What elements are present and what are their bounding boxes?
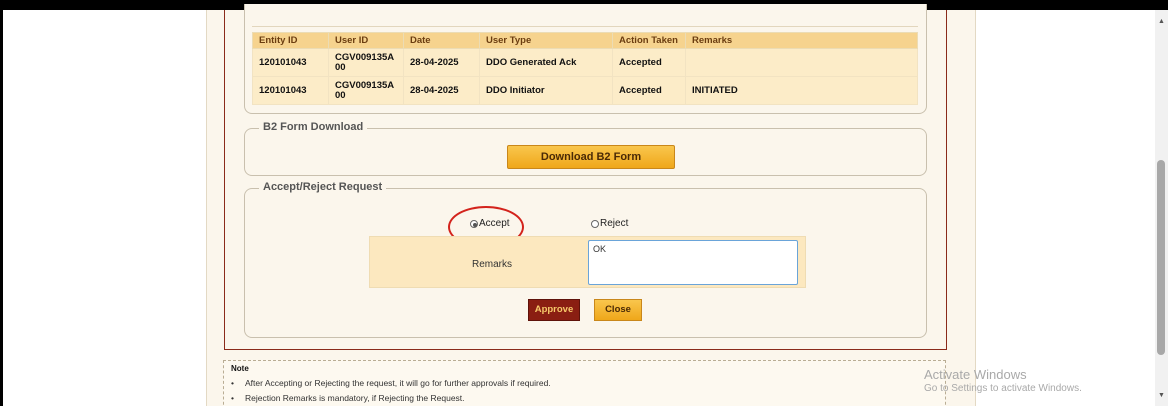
col-entity-id: Entity ID	[252, 32, 329, 49]
note-item: • After Accepting or Rejecting the reques…	[231, 378, 551, 388]
history-divider	[252, 26, 918, 27]
col-action-taken: Action Taken	[612, 32, 686, 49]
cell-date: 28-04-2025	[403, 76, 480, 105]
bullet-icon: •	[231, 378, 234, 388]
remarks-textarea[interactable]: OK	[588, 240, 798, 285]
bullet-icon: •	[231, 393, 234, 403]
cell-user-id: CGV009135A 00	[328, 76, 404, 105]
download-b2-form-button[interactable]: Download B2 Form	[507, 145, 675, 169]
cell-remarks: INITIATED	[685, 76, 918, 105]
note-item-text: After Accepting or Rejecting the request…	[245, 378, 551, 388]
scrollbar-thumb[interactable]	[1157, 160, 1165, 355]
reject-radio-option[interactable]: Reject	[591, 218, 628, 229]
col-date: Date	[403, 32, 480, 49]
accept-reject-legend: Accept/Reject Request	[259, 181, 387, 193]
table-row: 120101043 CGV009135A 00 28-04-2025 DDO I…	[252, 76, 918, 105]
scroll-down-arrow-icon[interactable]: ▼	[1155, 392, 1168, 404]
cell-entity-id: 120101043	[252, 76, 329, 105]
note-item-text: Rejection Remarks is mandatory, if Rejec…	[245, 393, 465, 403]
col-remarks: Remarks	[685, 32, 918, 49]
cell-user-type: DDO Initiator	[479, 76, 613, 105]
cell-user-id: CGV009135A 00	[328, 48, 404, 77]
reject-radio[interactable]	[591, 219, 599, 228]
remarks-label: Remarks	[472, 259, 513, 270]
close-button[interactable]: Close	[594, 299, 642, 321]
scroll-up-arrow-icon[interactable]: ▲	[1155, 18, 1168, 30]
activate-windows-hint: Go to Settings to activate Windows.	[924, 383, 1082, 394]
approve-button[interactable]: Approve	[528, 299, 580, 321]
cell-remarks	[685, 48, 918, 77]
table-row: 120101043 CGV009135A 00 28-04-2025 DDO G…	[252, 48, 918, 77]
history-table: Entity ID User ID Date User Type Action …	[252, 32, 918, 105]
cell-user-type: DDO Generated Ack	[479, 48, 613, 77]
cell-action-taken: Accepted	[612, 76, 686, 105]
col-user-id: User ID	[328, 32, 404, 49]
cell-entity-id: 120101043	[252, 48, 329, 77]
col-user-type: User Type	[479, 32, 613, 49]
cell-action-taken: Accepted	[612, 48, 686, 77]
cell-date: 28-04-2025	[403, 48, 480, 77]
note-item: • Rejection Remarks is mandatory, if Reje…	[231, 393, 465, 403]
activate-windows-watermark: Activate Windows	[924, 367, 1027, 382]
history-header-row: Entity ID User ID Date User Type Action …	[252, 32, 918, 49]
b2-form-legend: B2 Form Download	[259, 121, 368, 133]
reject-radio-label: Reject	[600, 218, 629, 229]
note-title: Note	[231, 364, 249, 373]
